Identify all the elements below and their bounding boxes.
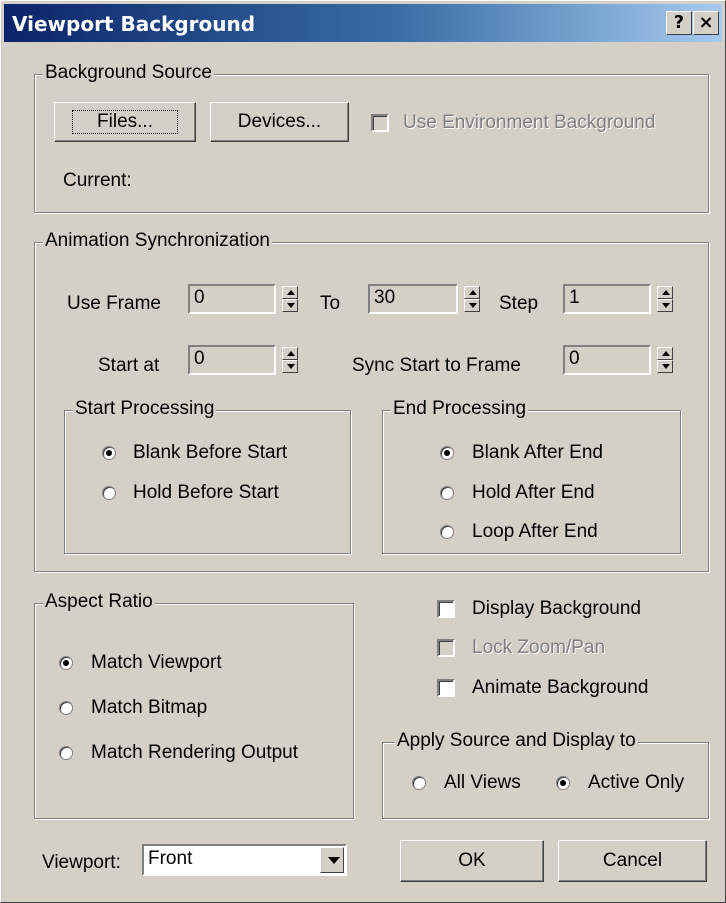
help-button[interactable]: ? [666, 11, 692, 35]
devices-button[interactable]: Devices... [210, 102, 349, 142]
to-up-arrow[interactable] [464, 286, 480, 299]
use-frame-up-arrow[interactable] [282, 286, 298, 299]
cancel-button-label: Cancel [602, 850, 663, 871]
blank-after-end-label: Blank After End [472, 442, 603, 463]
viewport-dropdown-value: Front [148, 848, 193, 869]
devices-button-label: Devices... [237, 111, 322, 132]
lock-zoom-pan-label: Lock Zoom/Pan [472, 637, 606, 658]
step-up-arrow[interactable] [657, 286, 673, 299]
ok-button-label: OK [458, 850, 486, 871]
use-frame-label: Use Frame [67, 293, 161, 314]
title-bar[interactable]: Viewport Background ? × [4, 4, 722, 42]
use-frame-field[interactable]: 0 [188, 284, 276, 314]
sync-start-field[interactable]: 0 [563, 345, 651, 375]
active-only-label: Active Only [588, 772, 685, 793]
dialog-title: Viewport Background [12, 12, 256, 36]
blank-after-end-radio[interactable] [440, 446, 454, 460]
hold-before-start-label: Hold Before Start [133, 482, 279, 503]
sync-start-up-arrow[interactable] [657, 347, 673, 360]
ok-button[interactable]: OK [400, 840, 544, 882]
cancel-button[interactable]: Cancel [558, 840, 707, 882]
sync-start-down-arrow[interactable] [657, 360, 673, 373]
close-button[interactable]: × [693, 11, 719, 35]
start-at-spinner[interactable]: 0 [188, 345, 304, 375]
current-label: Current: [63, 170, 132, 191]
display-background-label: Display Background [472, 598, 641, 619]
match-bitmap-label: Match Bitmap [91, 697, 208, 718]
match-viewport-label: Match Viewport [91, 652, 222, 673]
display-background-checkbox[interactable] [437, 600, 455, 618]
sync-start-label: Sync Start to Frame [352, 355, 521, 376]
active-only-radio[interactable] [556, 776, 570, 790]
hold-after-end-label: Hold After End [472, 482, 595, 503]
animation-sync-label: Animation Synchronization [43, 230, 272, 252]
use-frame-down-arrow[interactable] [282, 299, 298, 312]
start-at-label: Start at [98, 355, 160, 376]
all-views-radio[interactable] [412, 776, 426, 790]
step-spinner[interactable]: 1 [563, 284, 681, 314]
start-at-up-arrow[interactable] [282, 347, 298, 360]
all-views-label: All Views [444, 772, 521, 793]
to-label: To [320, 293, 341, 314]
step-down-arrow[interactable] [657, 299, 673, 312]
start-at-down-arrow[interactable] [282, 360, 298, 373]
to-spinner[interactable]: 30 [368, 284, 484, 314]
blank-before-start-label: Blank Before Start [133, 442, 288, 463]
use-env-background-label: Use Environment Background [403, 112, 656, 133]
apply-to-label: Apply Source and Display to [395, 730, 638, 752]
animate-background-checkbox[interactable] [437, 679, 455, 697]
dropdown-arrow-icon[interactable] [320, 847, 344, 873]
end-processing-label: End Processing [391, 398, 529, 420]
aspect-ratio-label: Aspect Ratio [43, 591, 155, 613]
loop-after-end-label: Loop After End [472, 521, 598, 542]
step-label: Step [499, 293, 539, 314]
viewport-dropdown[interactable]: Front [142, 844, 347, 876]
sync-start-spinner[interactable]: 0 [563, 345, 681, 375]
to-down-arrow[interactable] [464, 299, 480, 312]
start-processing-label: Start Processing [73, 398, 217, 420]
loop-after-end-radio[interactable] [440, 525, 454, 539]
match-rendering-output-label: Match Rendering Output [91, 742, 299, 763]
to-field[interactable]: 30 [368, 284, 458, 314]
hold-before-start-radio[interactable] [102, 486, 116, 500]
match-rendering-output-radio[interactable] [59, 746, 73, 760]
match-bitmap-radio[interactable] [59, 701, 73, 715]
match-viewport-radio[interactable] [59, 656, 73, 670]
files-button-label: Files... [72, 110, 178, 134]
hold-after-end-radio[interactable] [440, 486, 454, 500]
viewport-background-dialog: Viewport Background ? × Background Sourc… [0, 0, 726, 903]
background-source-label: Background Source [43, 62, 214, 84]
animate-background-label: Animate Background [472, 677, 649, 698]
step-field[interactable]: 1 [563, 284, 651, 314]
lock-zoom-pan-checkbox[interactable] [437, 639, 455, 657]
use-frame-spinner[interactable]: 0 [188, 284, 304, 314]
background-source-group: Background Source [34, 62, 709, 213]
start-at-field[interactable]: 0 [188, 345, 276, 375]
viewport-label: Viewport: [42, 852, 121, 873]
use-env-background-checkbox[interactable] [371, 114, 389, 132]
blank-before-start-radio[interactable] [102, 446, 116, 460]
files-button[interactable]: Files... [54, 102, 196, 142]
